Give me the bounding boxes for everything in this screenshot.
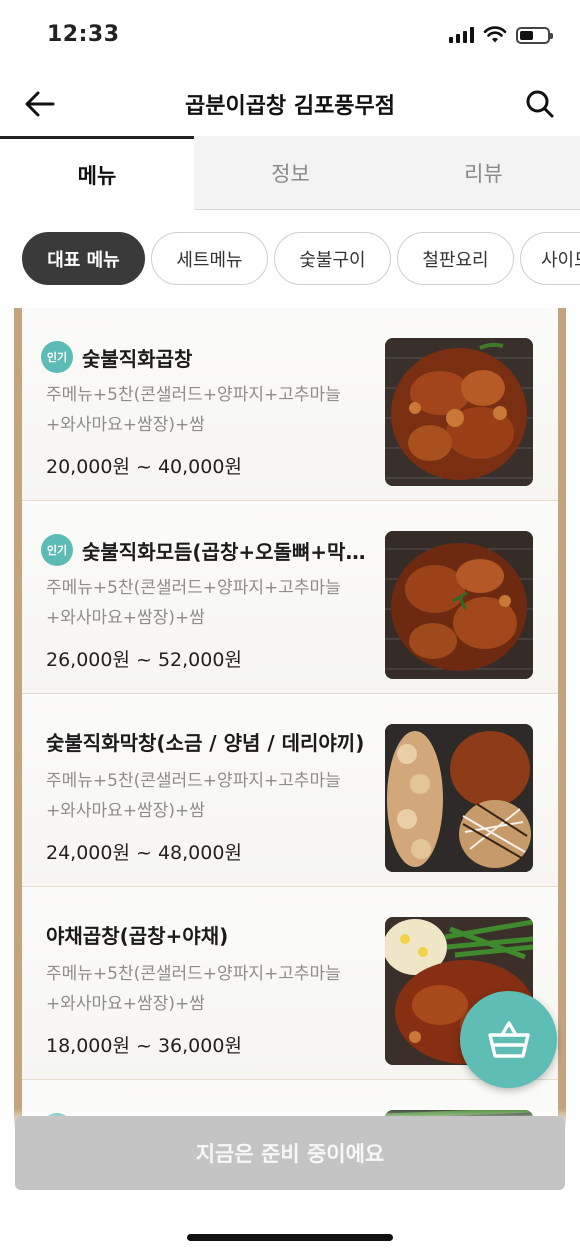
menu-item[interactable]: 인기 숯불직화모듬(곱창+오돌뼈+막창) 주메뉴+5찬(콘샐러드+양파지+고추마…: [22, 501, 558, 694]
search-button[interactable]: [522, 86, 558, 122]
menu-item-name: 숯불직화곱창: [82, 346, 193, 371]
tab-review[interactable]: 리뷰: [387, 136, 580, 210]
status-time: 12:33: [47, 22, 120, 47]
menu-item-name: 숯불직화막창(소금 / 양념 / 데리야끼): [46, 731, 365, 755]
home-indicator: [187, 1234, 393, 1241]
menu-item-photo: [385, 531, 533, 679]
menu-item[interactable]: 인기 숯불직화곱창 주메뉴+5찬(콘샐러드+양파지+고추마늘+와사마요+쌈장)+…: [22, 308, 558, 501]
status-icons: [449, 26, 553, 44]
status-bar: 12:33: [0, 0, 580, 72]
tab-info[interactable]: 정보: [194, 136, 387, 210]
chip-signature-menu[interactable]: 대표 메뉴: [22, 232, 145, 285]
menu-item-photo: [385, 724, 533, 872]
tab-menu[interactable]: 메뉴: [0, 136, 194, 210]
battery-icon: [516, 26, 553, 44]
menu-item-price: 26,000원 ~ 52,000원: [46, 649, 242, 671]
chip-set-menu[interactable]: 세트메뉴: [151, 232, 268, 285]
chip-side[interactable]: 사이드: [520, 232, 580, 285]
menu-item-price: 24,000원 ~ 48,000원: [46, 842, 242, 864]
menu-item-description: 주메뉴+5찬(콘샐러드+양파지+고추마늘+와사마요+쌈장)+쌈: [46, 771, 341, 821]
menu-item-name: 야채곱창(곱창+야채): [46, 924, 229, 948]
bottom-bar: 지금은 준비 중이에요: [0, 1108, 580, 1255]
chip-charcoal-grill[interactable]: 숯불구이: [274, 232, 391, 285]
menu-item-photo: [385, 338, 533, 486]
category-chips: 대표 메뉴 세트메뉴 숯불구이 철판요리 사이드: [0, 210, 580, 308]
tab-bar: 메뉴 정보 리뷰: [0, 136, 580, 210]
popular-badge: 인기: [41, 341, 73, 373]
wifi-icon: [483, 26, 507, 43]
chip-iron-plate[interactable]: 철판요리: [397, 232, 514, 285]
cellular-signal-icon: [449, 27, 474, 43]
menu-item-price: 20,000원 ~ 40,000원: [46, 456, 242, 478]
menu-item-description: 주메뉴+5찬(콘샐러드+양파지+고추마늘+와사마요+쌈장)+쌈: [46, 385, 341, 435]
menu-item-description: 주메뉴+5찬(콘샐러드+양파지+고추마늘+와사마요+쌈장)+쌈: [46, 578, 341, 628]
cart-button[interactable]: [460, 991, 557, 1088]
basket-icon: [487, 1020, 530, 1058]
menu-item-price: 18,000원 ~ 36,000원: [46, 1035, 242, 1057]
search-icon: [526, 90, 554, 118]
order-button-disabled[interactable]: 지금은 준비 중이에요: [15, 1116, 565, 1190]
popular-badge: 인기: [41, 534, 73, 566]
menu-item-description: 주메뉴+5찬(콘샐러드+양파지+고추마늘+와사마요+쌈장)+쌈: [46, 964, 341, 1014]
menu-item[interactable]: 숯불직화막창(소금 / 양념 / 데리야끼) 주메뉴+5찬(콘샐러드+양파지+고…: [22, 694, 558, 887]
menu-item-name: 숯불직화모듬(곱창+오돌뼈+막창): [82, 539, 371, 564]
app-header: 곱분이곱창 김포풍무점: [0, 72, 580, 136]
page-title: 곱분이곱창 김포풍무점: [184, 94, 396, 119]
